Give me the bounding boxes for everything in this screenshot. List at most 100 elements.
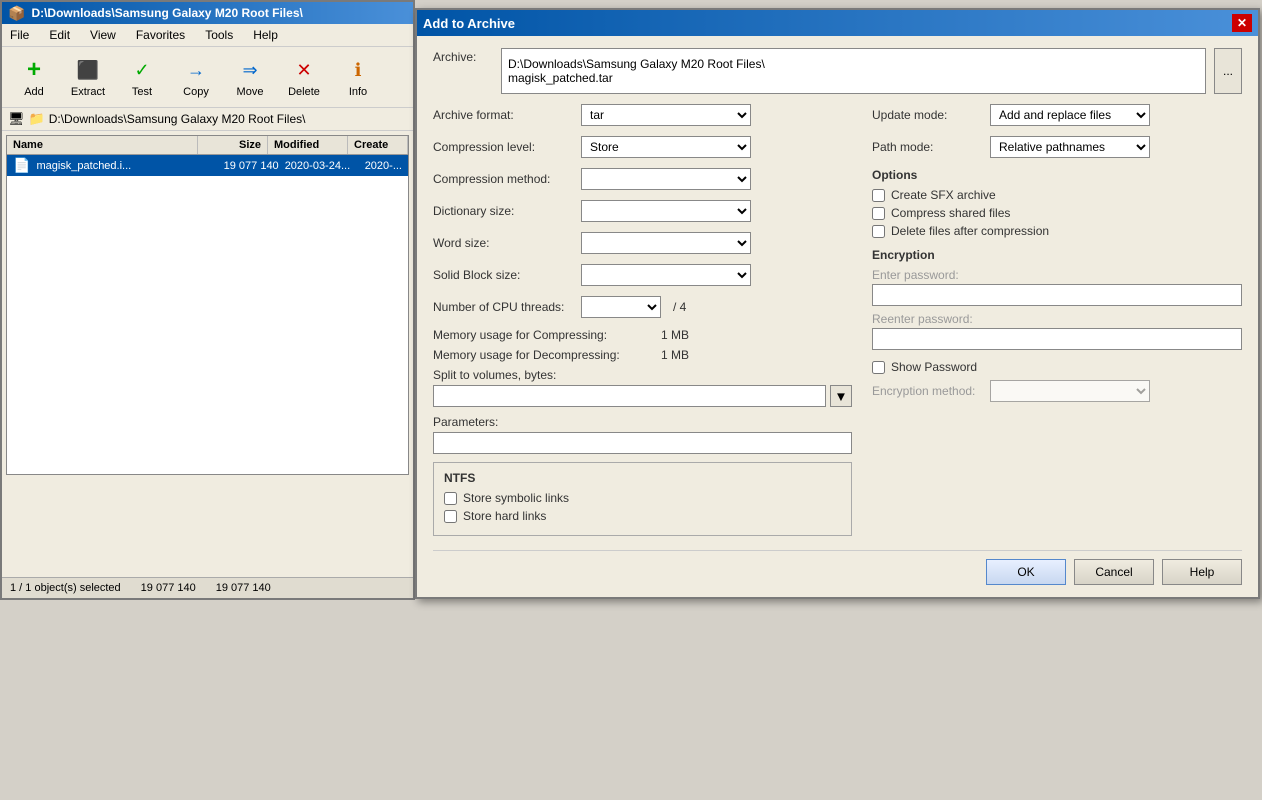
compress-shared-row: Compress shared files	[872, 206, 1242, 220]
path-mode-label: Path mode:	[872, 140, 982, 154]
compression-level-row: Compression level: Store Fastest Fast No…	[433, 136, 852, 158]
bg-titlebar: 📦 D:\Downloads\Samsung Galaxy M20 Root F…	[2, 2, 413, 24]
parameters-section: Parameters:	[433, 415, 852, 454]
toolbar-test-button[interactable]: ✓ Test	[116, 51, 168, 103]
dictionary-size-label: Dictionary size:	[433, 204, 573, 218]
ntfs-title: NTFS	[444, 471, 841, 485]
word-size-select[interactable]	[581, 232, 751, 254]
create-sfx-row: Create SFX archive	[872, 188, 1242, 202]
compression-method-select[interactable]	[581, 168, 751, 190]
enter-password-field[interactable]	[872, 284, 1242, 306]
split-input[interactable]	[433, 385, 826, 407]
archive-path-row: Archive: D:\Downloads\Samsung Galaxy M20…	[433, 48, 1242, 94]
create-sfx-checkbox[interactable]	[872, 189, 885, 202]
update-mode-row: Update mode: Add and replace files Updat…	[872, 104, 1242, 126]
update-mode-label: Update mode:	[872, 108, 982, 122]
memory-compress-label: Memory usage for Compressing:	[433, 328, 653, 342]
modal-body: Archive: D:\Downloads\Samsung Galaxy M20…	[417, 36, 1258, 597]
cpu-threads-select[interactable]	[581, 296, 661, 318]
bg-file-list: Name Size Modified Create 📄 magisk_patch…	[6, 135, 409, 475]
toolbar-copy-label: Copy	[183, 86, 209, 98]
toolbar-test-label: Test	[132, 86, 152, 98]
bg-titlebar-icon: 📦	[8, 5, 25, 22]
encryption-title: Encryption	[872, 248, 1242, 262]
archive-format-row: Archive format: tar zip rar 7z	[433, 104, 852, 126]
split-dropdown-button[interactable]: ▼	[830, 385, 852, 407]
archive-format-select[interactable]: tar zip rar 7z	[581, 104, 751, 126]
file-name: magisk_patched.i...	[36, 160, 214, 172]
parameters-input[interactable]	[433, 432, 852, 454]
store-hard-links-label: Store hard links	[463, 509, 546, 523]
show-password-label: Show Password	[891, 360, 977, 374]
compression-level-select[interactable]: Store Fastest Fast Normal	[581, 136, 751, 158]
reenter-password-label: Reenter password:	[872, 312, 1242, 326]
archive-path-line1: D:\Downloads\Samsung Galaxy M20 Root Fil…	[508, 57, 1199, 71]
toolbar-copy-button[interactable]: → Copy	[170, 51, 222, 103]
table-row[interactable]: 📄 magisk_patched.i... 19 077 140 2020-03…	[7, 155, 408, 176]
delete-after-checkbox[interactable]	[872, 225, 885, 238]
store-hard-links-checkbox[interactable]	[444, 510, 457, 523]
word-size-row: Word size:	[433, 232, 852, 254]
bg-path-bar: 🖥 📁 D:\Downloads\Samsung Galaxy M20 Root…	[2, 108, 413, 131]
modal-close-button[interactable]: ✕	[1232, 14, 1252, 32]
modal-title: Add to Archive	[423, 16, 515, 31]
store-symbolic-links-checkbox[interactable]	[444, 492, 457, 505]
path-folder-icon: 📁	[29, 111, 45, 127]
compression-method-row: Compression method:	[433, 168, 852, 190]
show-password-checkbox[interactable]	[872, 361, 885, 374]
memory-compress-value: 1 MB	[661, 328, 689, 342]
solid-block-select[interactable]	[581, 264, 751, 286]
toolbar-extract-button[interactable]: ⬛ Extract	[62, 51, 114, 103]
menu-view[interactable]: View	[86, 26, 120, 44]
col-created: Create	[348, 136, 408, 154]
status-size2: 19 077 140	[216, 582, 271, 594]
toolbar-extract-label: Extract	[71, 86, 105, 98]
menu-tools[interactable]: Tools	[201, 26, 237, 44]
delete-after-row: Delete files after compression	[872, 224, 1242, 238]
memory-decompress-row: Memory usage for Decompressing: 1 MB	[433, 348, 852, 362]
menu-help[interactable]: Help	[249, 26, 282, 44]
path-mode-select[interactable]: Relative pathnames Absolute pathnames No…	[990, 136, 1150, 158]
toolbar-move-label: Move	[237, 86, 264, 98]
compress-shared-checkbox[interactable]	[872, 207, 885, 220]
compression-method-label: Compression method:	[433, 172, 573, 186]
split-volumes-row: Split to volumes, bytes: ▼	[433, 368, 852, 407]
toolbar-delete-button[interactable]: ✕ Delete	[278, 51, 330, 103]
reenter-password-field[interactable]	[872, 328, 1242, 350]
encryption-method-select[interactable]	[990, 380, 1150, 402]
dictionary-size-select[interactable]	[581, 200, 751, 222]
memory-compress-row: Memory usage for Compressing: 1 MB	[433, 328, 852, 342]
bg-toolbar: + Add ⬛ Extract ✓ Test → Copy ⇒ Move ✕ D…	[2, 47, 413, 108]
toolbar-info-button[interactable]: ℹ Info	[332, 51, 384, 103]
encryption-method-row: Encryption method:	[872, 380, 1242, 402]
bg-menubar: File Edit View Favorites Tools Help	[2, 24, 413, 47]
compression-level-label: Compression level:	[433, 140, 573, 154]
toolbar-move-button[interactable]: ⇒ Move	[224, 51, 276, 103]
status-selected: 1 / 1 object(s) selected	[10, 582, 121, 594]
cancel-button[interactable]: Cancel	[1074, 559, 1154, 585]
ntfs-hard-links-row: Store hard links	[444, 509, 841, 523]
toolbar-add-label: Add	[24, 86, 44, 98]
solid-block-label: Solid Block size:	[433, 268, 573, 282]
update-mode-select[interactable]: Add and replace files Update and add fil…	[990, 104, 1150, 126]
options-title: Options	[872, 168, 1242, 182]
toolbar-add-button[interactable]: + Add	[8, 51, 60, 103]
encryption-method-label: Encryption method:	[872, 384, 982, 398]
archive-browse-button[interactable]: ...	[1214, 48, 1242, 94]
col-name: Name	[7, 136, 198, 154]
left-column: Archive format: tar zip rar 7z Compressi…	[433, 104, 852, 536]
ok-button[interactable]: OK	[986, 559, 1066, 585]
help-button[interactable]: Help	[1162, 559, 1242, 585]
encryption-section: Encryption Enter password: Reenter passw…	[872, 248, 1242, 402]
bg-path-text: D:\Downloads\Samsung Galaxy M20 Root Fil…	[49, 112, 306, 126]
bg-title: D:\Downloads\Samsung Galaxy M20 Root Fil…	[31, 6, 302, 20]
add-to-archive-dialog: Add to Archive ✕ Archive: D:\Downloads\S…	[415, 8, 1260, 599]
cpu-threads-max: / 4	[673, 300, 686, 314]
menu-file[interactable]: File	[6, 26, 33, 44]
memory-decompress-label: Memory usage for Decompressing:	[433, 348, 653, 362]
create-sfx-label: Create SFX archive	[891, 188, 996, 202]
menu-favorites[interactable]: Favorites	[132, 26, 189, 44]
file-icon: 📄	[13, 157, 30, 174]
menu-edit[interactable]: Edit	[45, 26, 74, 44]
archive-path-display: D:\Downloads\Samsung Galaxy M20 Root Fil…	[501, 48, 1206, 94]
